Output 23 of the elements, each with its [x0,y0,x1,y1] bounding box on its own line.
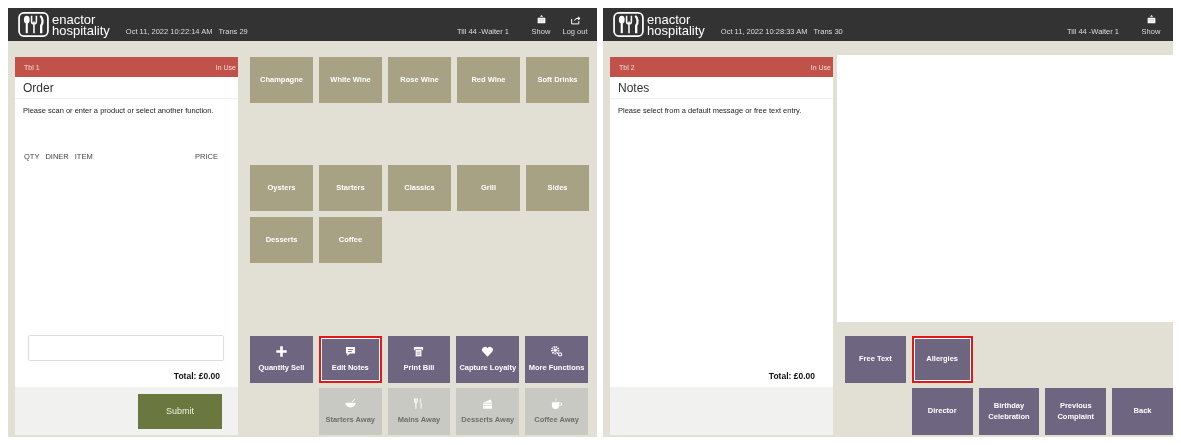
logo-text: enactor [647,13,691,25]
submit-button[interactable]: Submit [138,393,222,429]
share-arrow-icon [569,13,581,25]
logo-text: enactor [52,13,96,25]
logo-text: hospitality [52,24,110,36]
total-label: Total: £0.00 [172,370,221,383]
logo-text: hospitality [647,24,705,36]
notes-area[interactable] [837,55,1173,322]
logo-icon [613,12,644,37]
plus-icon [274,345,288,359]
gears-icon [550,345,564,359]
logo-icon [18,12,49,37]
total-label: Total: £0.00 [767,370,816,383]
keyboard-icon [1145,13,1157,25]
panel-title: Order [15,77,238,99]
cup-icon [550,397,564,411]
heart-icon [481,345,495,359]
cake-slice-icon [481,397,495,411]
speech-bubble-icon [343,345,357,359]
receipt-printer-icon [412,345,426,359]
input-field[interactable] [28,335,224,361]
keyboard-icon [535,13,547,25]
panel-title: Notes [610,77,833,99]
